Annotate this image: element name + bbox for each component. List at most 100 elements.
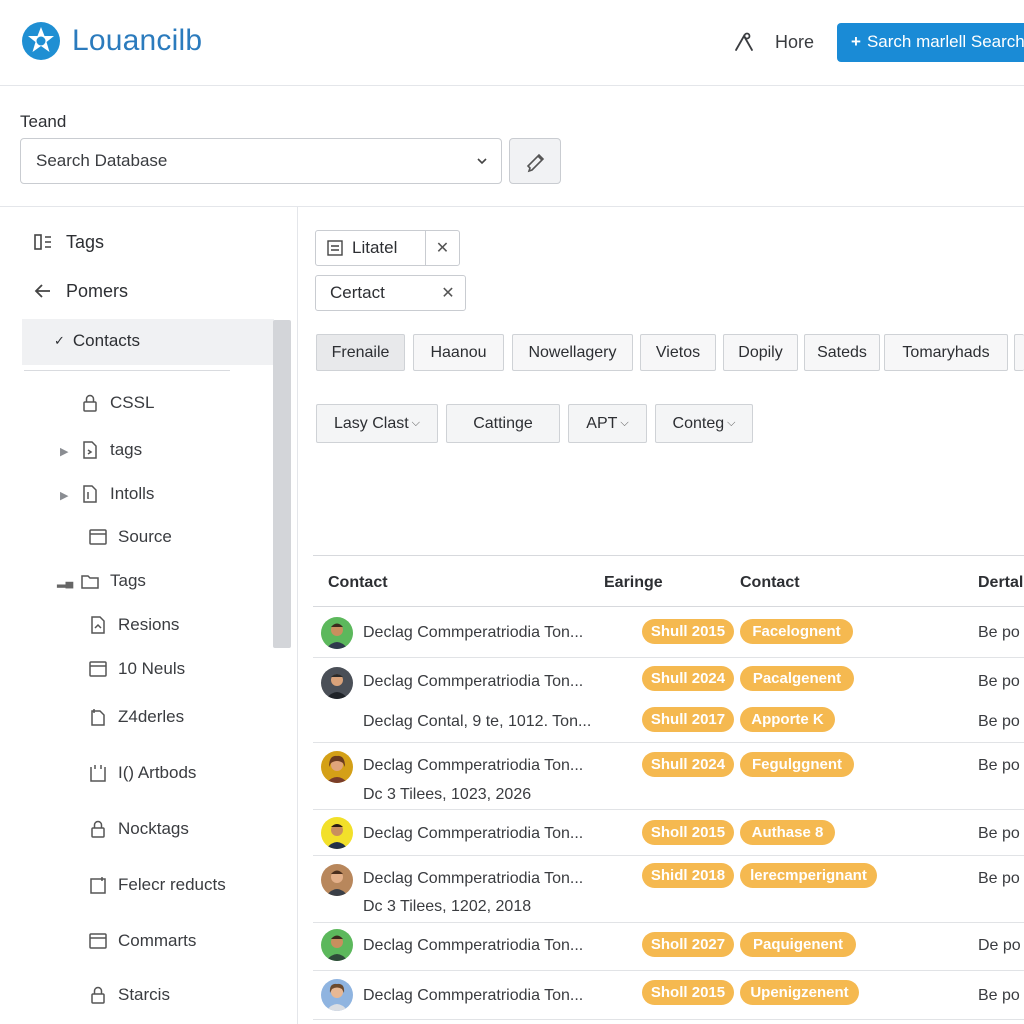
- tree-item-z4derles[interactable]: Z4derles: [88, 707, 184, 727]
- detail-text: Be po: [978, 757, 1020, 774]
- close-icon[interactable]: ✕: [425, 231, 459, 265]
- filter-dropdown-apt[interactable]: APT ⌵: [568, 404, 647, 443]
- contact-subline: Dc 3 Tilees, 1202, 2018: [363, 898, 532, 915]
- filter-dropdown-conteg[interactable]: Conteg ⌵: [655, 404, 753, 443]
- year-badge: Shull 2015: [642, 619, 734, 644]
- file-icon: [91, 616, 105, 634]
- filter-dropdown-lasy-clast[interactable]: Lasy Clast ⌵: [316, 404, 438, 443]
- year-badge: Shull 2024: [642, 752, 734, 777]
- tree-item-source[interactable]: Source: [88, 527, 172, 547]
- status-badge: Facelognent: [740, 619, 853, 644]
- brand-name[interactable]: Louancilb: [72, 24, 202, 58]
- chevron-down-icon[interactable]: [475, 154, 489, 168]
- tree-item-resions[interactable]: Resions: [88, 615, 179, 635]
- tree-item-10-neuls[interactable]: 10 Neuls: [88, 659, 185, 679]
- filter-label: Lasy Clast: [333, 414, 409, 432]
- tree-item-nocktags[interactable]: Nocktags: [88, 819, 189, 839]
- search-all-button[interactable]: + Sarch marlell Search: [837, 23, 1024, 62]
- sidebar-item-tags[interactable]: Tags: [32, 231, 104, 253]
- contact-name[interactable]: Declag Commperatriodia Ton...: [363, 673, 583, 691]
- tree-item-label: Resions: [118, 615, 180, 634]
- contact-name[interactable]: Declag Commperatriodia Ton...: [363, 987, 583, 1005]
- contact-name[interactable]: Declag Commperatriodia Ton...: [363, 757, 583, 775]
- sidebar-scrollbar[interactable]: [273, 320, 291, 648]
- filter-button-cattinge[interactable]: Cattinge: [446, 404, 560, 443]
- tree-item-artbods[interactable]: I() Artbods: [88, 763, 196, 783]
- tree-item-intolls[interactable]: Intolls: [80, 484, 154, 504]
- tab-nowellagery[interactable]: Nowellagery: [512, 334, 633, 371]
- year-badge: Shidl 2018: [642, 863, 734, 888]
- tree-item-cssl[interactable]: CSSL: [80, 393, 154, 413]
- avatar[interactable]: [321, 864, 353, 896]
- tab-overflow[interactable]: [1014, 334, 1024, 371]
- column-header-contact-2[interactable]: Contact: [740, 574, 800, 592]
- arrow-left-icon: [34, 284, 50, 298]
- tab-haanou[interactable]: Haanou: [413, 334, 504, 371]
- column-header-dertal[interactable]: Dertal: [978, 574, 1023, 592]
- tab-dopily[interactable]: Dopily: [723, 334, 798, 371]
- tree-item-tags-folder[interactable]: Tags: [80, 571, 146, 591]
- tree-item-label: Source: [118, 527, 172, 546]
- expand-arrow-icon[interactable]: ▶: [60, 489, 68, 502]
- avatar[interactable]: [321, 929, 353, 961]
- status-badge: Fegulggnent: [740, 752, 854, 777]
- user-icon[interactable]: [732, 30, 756, 54]
- avatar[interactable]: [321, 817, 353, 849]
- avatar[interactable]: [321, 751, 353, 783]
- contact-subline: Dc 3 Tilees, 1023, 2026: [363, 786, 532, 803]
- edit-button[interactable]: [509, 138, 561, 184]
- detail-text: Be po: [978, 713, 1020, 730]
- tab-frenaile[interactable]: Frenaile: [316, 334, 405, 371]
- detail-text: Be po: [978, 624, 1020, 641]
- row-divider: [313, 970, 1024, 971]
- status-badge: Paquigenent: [740, 932, 856, 957]
- status-badge: Apporte K: [740, 707, 835, 732]
- folder-icon: [89, 661, 107, 677]
- contact-name[interactable]: Declag Commperatriodia Ton...: [363, 624, 583, 642]
- sidebar-item-pomers[interactable]: Pomers: [32, 280, 128, 302]
- signal-icon: ▂▄: [57, 576, 74, 588]
- expand-arrow-icon[interactable]: ▶: [60, 445, 68, 458]
- logo-icon[interactable]: [20, 20, 62, 62]
- row-divider: [313, 657, 1024, 658]
- search-select[interactable]: [20, 138, 502, 184]
- column-header-earinge[interactable]: Earinge: [604, 574, 663, 592]
- chevron-down-icon: ⌵: [620, 417, 629, 429]
- status-badge: Upenigzenent: [740, 980, 859, 1005]
- plus-icon: +: [851, 32, 861, 51]
- avatar[interactable]: [321, 617, 353, 649]
- detail-text: Be po: [978, 825, 1020, 842]
- column-header-contact[interactable]: Contact: [328, 574, 388, 592]
- lock-icon: [91, 820, 105, 838]
- file-icon: [83, 485, 97, 503]
- status-badge: Pacalgenent: [740, 666, 854, 691]
- filter-chip-certact[interactable]: Certact ✕: [315, 275, 466, 311]
- sidebar-item-contacts-content[interactable]: ✓ Contacts: [54, 331, 140, 351]
- close-icon[interactable]: ✕: [431, 276, 465, 310]
- chip-label: Certact: [330, 283, 385, 302]
- contact-name[interactable]: Declag Commperatriodia Ton...: [363, 825, 583, 843]
- tree-item-label: I() Artbods: [118, 763, 197, 782]
- check-icon: ✓: [54, 333, 65, 348]
- home-link[interactable]: Hore: [775, 32, 814, 53]
- tree-item-tags[interactable]: tags: [80, 440, 142, 460]
- tree-item-felecr-reducts[interactable]: Felecr reducts: [88, 875, 226, 895]
- contact-name[interactable]: Declag Commperatriodia Ton...: [363, 870, 583, 888]
- filter-chip-litatel[interactable]: Litatel ✕: [315, 230, 460, 266]
- avatar[interactable]: [321, 979, 353, 1011]
- avatar[interactable]: [321, 667, 353, 699]
- folder-icon: [89, 933, 107, 949]
- filter-label: Conteg: [672, 414, 725, 432]
- file-icon: [83, 441, 97, 459]
- top-bar: Louancilb Hore + Sarch marlell Search: [0, 0, 1024, 86]
- chevron-down-icon: ⌵: [411, 417, 421, 429]
- search-input[interactable]: [36, 151, 456, 171]
- tab-tomaryhads[interactable]: Tomaryhads: [884, 334, 1008, 371]
- contact-name[interactable]: Declag Commperatriodia Ton...: [363, 937, 583, 955]
- tab-sateds[interactable]: Sateds: [804, 334, 880, 371]
- tree-item-starcis[interactable]: Starcis: [88, 985, 170, 1005]
- year-badge: Sholl 2027: [642, 932, 734, 957]
- tree-item-commarts[interactable]: Commarts: [88, 931, 196, 951]
- chevron-down-icon: ⌵: [727, 417, 736, 429]
- tab-vietos[interactable]: Vietos: [640, 334, 716, 371]
